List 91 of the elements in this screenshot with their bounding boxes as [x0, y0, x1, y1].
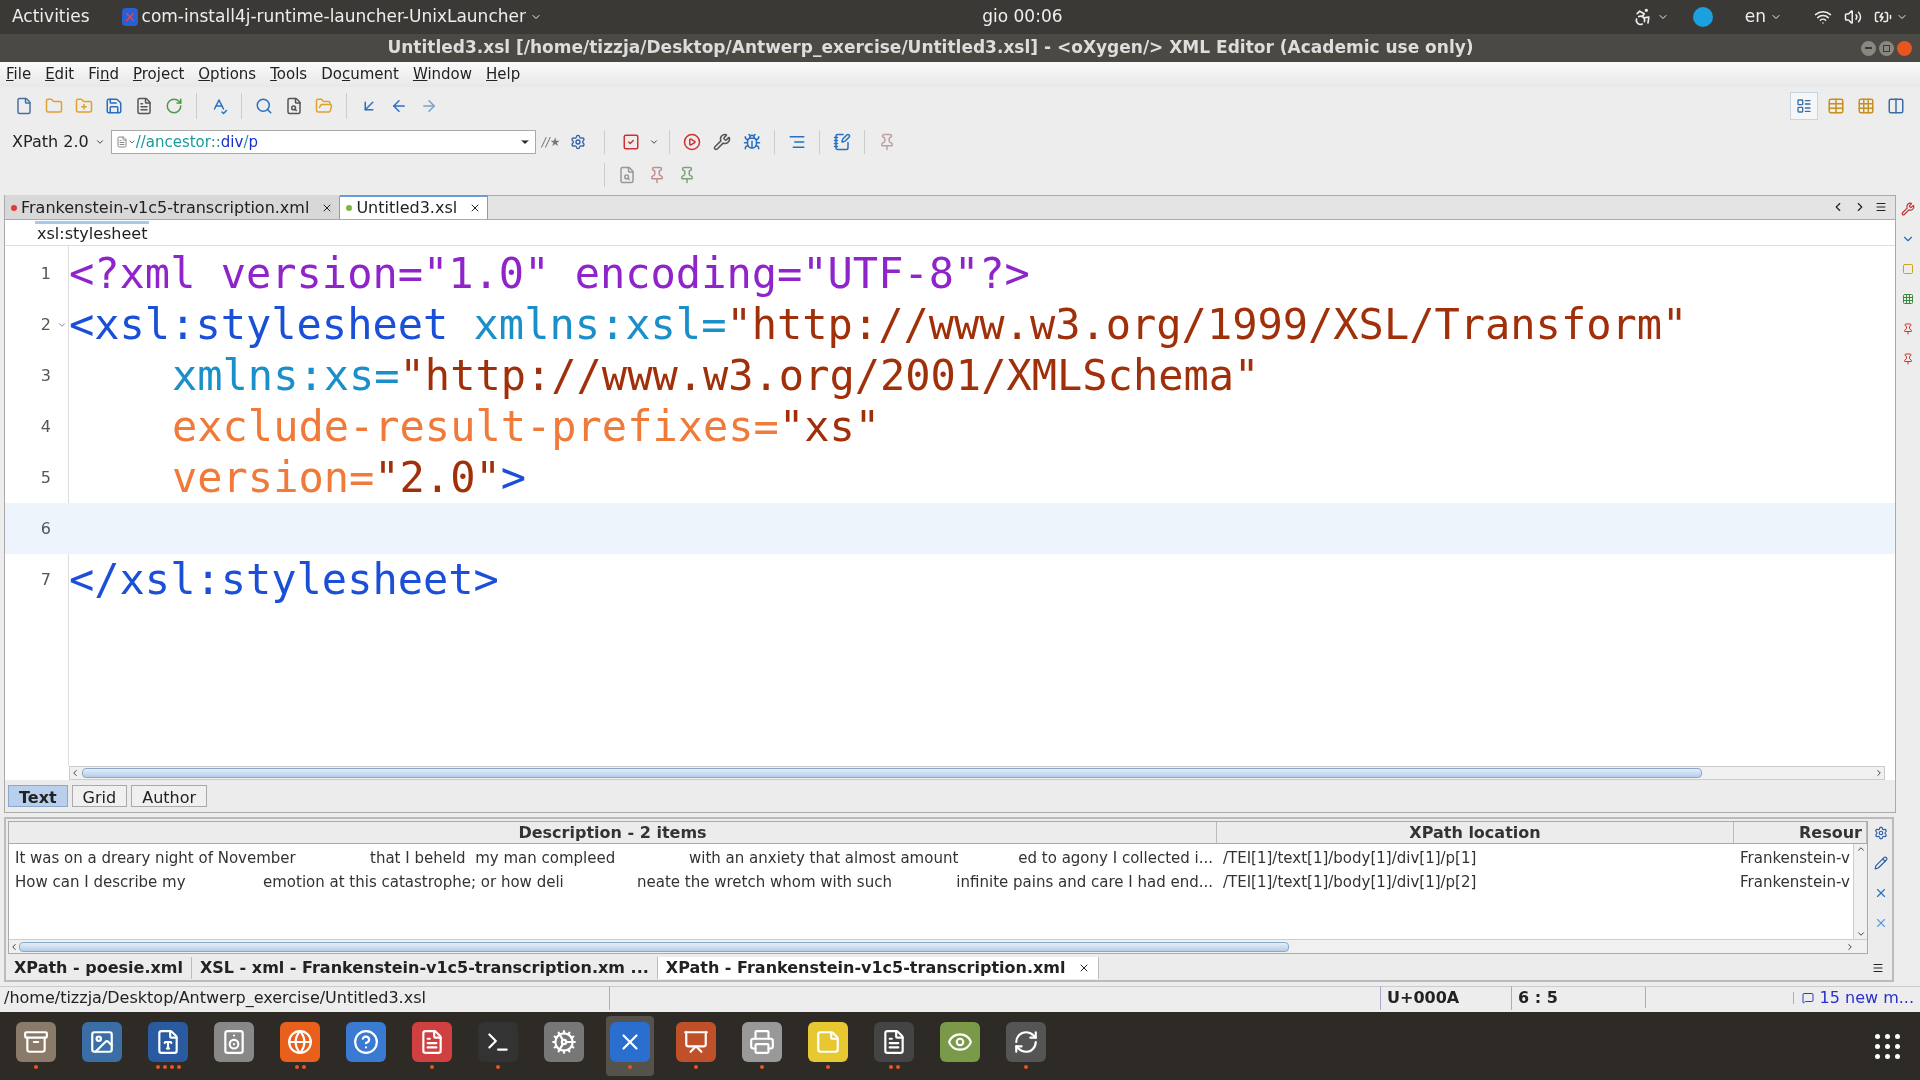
- app-menu[interactable]: com-install4j-runtime-launcher-UnixLauncher: [141, 4, 526, 30]
- description-text: How can I describe my: [15, 871, 187, 893]
- menu-item[interactable]: Document: [321, 63, 399, 86]
- menu-item[interactable]: File: [6, 63, 32, 86]
- line-number: 4: [39, 415, 52, 438]
- line-number: 6: [39, 517, 52, 540]
- mode-tab[interactable]: Text: [8, 785, 68, 807]
- activities-button[interactable]: Activities: [12, 4, 90, 30]
- menu-item[interactable]: Edit: [45, 63, 75, 86]
- line-number: 1: [39, 262, 52, 285]
- regex-toggle[interactable]: //★: [541, 133, 561, 151]
- scroll-down-icon[interactable]: [1855, 929, 1866, 939]
- column-header[interactable]: Description - 2 items: [9, 822, 1217, 843]
- xpath-version-selector[interactable]: XPath 2.0: [12, 130, 89, 154]
- speaker-icon[interactable]: [214, 1021, 254, 1062]
- description-text: with an anxiety that almost amount: [689, 847, 959, 869]
- code-line: exclude-result-prefixes="xs": [172, 401, 881, 452]
- code-editor-icon[interactable]: [874, 1021, 914, 1062]
- menu-item[interactable]: Options: [198, 63, 257, 86]
- mode-tab[interactable]: Author: [131, 785, 208, 807]
- description-text: infinite pains and care I had end...: [955, 871, 1213, 893]
- new-messages-link[interactable]: 15 new m...: [1813, 985, 1920, 1010]
- app-icon: [121, 8, 138, 26]
- image-viewer-icon[interactable]: [940, 1021, 980, 1062]
- clock[interactable]: gio 00:06: [982, 4, 1063, 30]
- globe-icon[interactable]: [280, 1021, 320, 1062]
- tab-list-icon[interactable]: [1875, 201, 1887, 213]
- dock-item[interactable]: [606, 1016, 654, 1076]
- result-tab[interactable]: XPath - Frankenstein-v1c5-transcription.xml: [657, 957, 1099, 979]
- code-line: <?xml version="1.0" encoding="UTF-8"?>: [69, 248, 1030, 299]
- menu-item[interactable]: Project: [132, 63, 185, 86]
- pdf-icon[interactable]: [412, 1021, 452, 1062]
- language-menu[interactable]: en: [1744, 4, 1766, 30]
- line-number: 3: [39, 364, 52, 387]
- description-text: ed to agony I collected i...: [1017, 847, 1213, 869]
- menu-item[interactable]: Tools: [270, 63, 308, 86]
- chat-app-icon[interactable]: [1692, 7, 1713, 27]
- code-line: xmlns:xs="http://www.w3.org/2001/XMLSchema": [172, 350, 1260, 401]
- message-icon[interactable]: [1792, 991, 1814, 1004]
- volume-icon[interactable]: [1844, 8, 1862, 26]
- horizontal-scrollbar-thumb[interactable]: [19, 941, 1289, 952]
- caret-icon[interactable]: [649, 137, 660, 147]
- tab-list-icon[interactable]: [1872, 962, 1884, 974]
- app-grid-icon[interactable]: [1875, 1033, 1900, 1059]
- character-code: U+000A: [1380, 985, 1511, 1010]
- wifi-icon[interactable]: [1814, 8, 1832, 26]
- close-button[interactable]: [1897, 40, 1912, 56]
- caret-icon[interactable]: [94, 137, 105, 147]
- cursor-position: 6 : 5: [1511, 985, 1645, 1010]
- scroll-up-icon[interactable]: [1855, 844, 1866, 854]
- editor-tab[interactable]: Frankenstein-v1c5-transcription.xml: [5, 195, 341, 219]
- code-line: </xsl:stylesheet>: [69, 554, 499, 605]
- help-icon[interactable]: [346, 1021, 386, 1062]
- terminal-icon[interactable]: [478, 1021, 518, 1062]
- updater-icon[interactable]: [1006, 1021, 1046, 1062]
- description-text: that I beheld my man compleed: [370, 847, 617, 869]
- scanner-icon[interactable]: [742, 1021, 782, 1062]
- line-number: 2: [39, 313, 52, 336]
- resource-cell-text: Frankenstein-v: [1739, 847, 1851, 869]
- line-number: 5: [39, 466, 52, 489]
- x-logo-icon[interactable]: [610, 1021, 650, 1062]
- column-header[interactable]: Resour: [1734, 822, 1867, 843]
- horizontal-scrollbar-thumb[interactable]: [82, 768, 1702, 778]
- presentation-icon[interactable]: [676, 1021, 716, 1062]
- line-number: 7: [39, 568, 52, 591]
- breadcrumb-item[interactable]: xsl:stylesheet: [35, 221, 150, 244]
- minimize-button[interactable]: [1861, 40, 1876, 56]
- document-icon[interactable]: [148, 1021, 188, 1062]
- xpath-location-cell-text: /TEI[1]/text[1]/body[1]/div[1]/p[1]: [1222, 847, 1478, 869]
- photos-icon[interactable]: [82, 1021, 122, 1062]
- menu-item[interactable]: Find: [88, 63, 119, 86]
- mode-tab[interactable]: Grid: [71, 785, 128, 807]
- description-text: neate the wretch whom with such: [637, 871, 892, 893]
- menu-item[interactable]: Window: [412, 63, 473, 86]
- code-line: version="2.0">: [172, 452, 527, 503]
- window-title: Untitled3.xsl [/home/tizzja/Desktop/Antwerp_exercise/Untitled3.xsl] - <oXygen/> XML Editor (Academic use only): [387, 36, 1474, 60]
- accessibility-icon[interactable]: [1632, 7, 1653, 27]
- description-text: emotion at this catastrophe; or how deli: [263, 871, 565, 893]
- code-line: <xsl:stylesheet xmlns:xsl="http://www.w3.org/1999/XSL/Transform": [69, 299, 1688, 350]
- xpath-location-cell-text: /TEI[1]/text[1]/body[1]/div[1]/p[2]: [1222, 871, 1478, 893]
- file-cabinet-icon[interactable]: [16, 1021, 56, 1062]
- editor-tab[interactable]: Untitled3.xsl: [340, 195, 489, 219]
- maximize-button[interactable]: [1879, 40, 1894, 56]
- column-header[interactable]: XPath location: [1217, 822, 1734, 843]
- resource-cell-text: Frankenstein-v: [1739, 871, 1851, 893]
- sticky-note-icon[interactable]: [808, 1021, 848, 1062]
- file-path: /home/tizzja/Desktop/Antwerp_exercise/Untitled3.xsl: [0, 985, 610, 1010]
- layout-icon[interactable]: [1790, 92, 1818, 120]
- settings-icon[interactable]: [544, 1021, 584, 1062]
- description-text: It was on a dreary night of November: [15, 847, 297, 869]
- menu-item[interactable]: Help: [486, 63, 521, 86]
